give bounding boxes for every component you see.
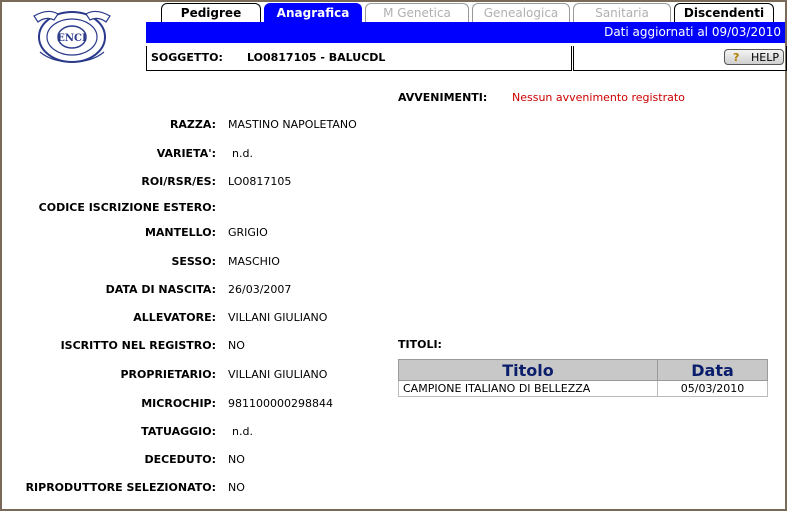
field-value-proprietario: VILLANI GIULIANO [228, 368, 328, 381]
field-label-deceduto: DECEDUTO: [144, 453, 216, 466]
field-value-mantello: GRIGIO [228, 226, 268, 239]
field-value-riproduttore: NO [228, 481, 245, 494]
titles-header-titolo: Titolo [398, 359, 658, 381]
tab-sanitaria: Sanitaria [573, 3, 671, 22]
field-value-varieta: n.d. [232, 147, 253, 160]
help-box: ? HELP [573, 46, 787, 71]
field-label-mantello: MANTELLO: [144, 226, 216, 239]
header-bar: Dati aggiornati al 09/03/2010 [146, 22, 785, 43]
field-label-data-nascita: DATA DI NASCITA: [105, 283, 216, 296]
field-label-sesso: SESSO: [171, 255, 216, 268]
logo-text: ENCI [57, 33, 87, 44]
tab-pedigree[interactable]: Pedigree [161, 3, 261, 22]
field-label-proprietario: PROPRIETARIO: [120, 368, 217, 381]
field-value-roi: LO0817105 [228, 175, 292, 188]
help-label: HELP [751, 51, 779, 64]
field-value-microchip: 981100000298844 [228, 397, 333, 410]
field-label-iscritto-registro: ISCRITTO NEL REGISTRO: [60, 339, 216, 352]
field-label-riproduttore: RIPRODUTTORE SELEZIONATO: [25, 481, 216, 494]
titles-table: Titolo Data CAMPIONE ITALIANO DI BELLEZZ… [398, 359, 768, 397]
field-value-tatuaggio: n.d. [232, 425, 253, 438]
titles-label: TITOLI: [398, 338, 442, 351]
events-label: AVVENIMENTI: [398, 91, 488, 104]
title-date: 05/03/2010 [657, 380, 768, 397]
events-value: Nessun avvenimento registrato [512, 91, 685, 104]
subject-box: SOGGETTO: LO0817105 - BALUCDL [146, 46, 572, 71]
tab-genealogica: Genealogica [472, 3, 570, 22]
subject-label: SOGGETTO: [151, 51, 223, 64]
tab-discendenti[interactable]: Discendenti [674, 3, 774, 22]
field-label-roi: ROI/RSR/ES: [141, 175, 216, 188]
tab-anagrafica[interactable]: Anagrafica [264, 3, 362, 22]
tab-m-genetica: M Genetica [365, 3, 469, 22]
question-icon: ? [733, 51, 740, 64]
field-value-allevatore: VILLANI GIULIANO [228, 311, 328, 324]
window-frame [0, 0, 787, 511]
field-value-sesso: MASCHIO [228, 255, 280, 268]
field-label-microchip: MICROCHIP: [141, 397, 216, 410]
field-value-iscritto-registro: NO [228, 339, 245, 352]
field-label-allevatore: ALLEVATORE: [133, 311, 216, 324]
field-label-razza: RAZZA: [169, 118, 216, 131]
field-value-deceduto: NO [228, 453, 245, 466]
title-name: CAMPIONE ITALIANO DI BELLEZZA [398, 380, 658, 397]
field-value-data-nascita: 26/03/2007 [228, 283, 292, 296]
field-label-codice-estero: CODICE ISCRIZIONE ESTERO: [38, 201, 216, 214]
table-row: CAMPIONE ITALIANO DI BELLEZZA 05/03/2010 [398, 380, 768, 397]
field-label-varieta: VARIETA': [156, 147, 216, 160]
help-button[interactable]: ? HELP [724, 49, 784, 65]
field-label-tatuaggio: TATUAGGIO: [141, 425, 216, 438]
enci-logo: ENCI [33, 10, 111, 63]
field-value-razza: MASTINO NAPOLETANO [228, 118, 357, 131]
titles-header-data: Data [657, 359, 768, 381]
subject-value: LO0817105 - BALUCDL [247, 51, 386, 64]
last-updated: Dati aggiornati al 09/03/2010 [604, 25, 781, 39]
